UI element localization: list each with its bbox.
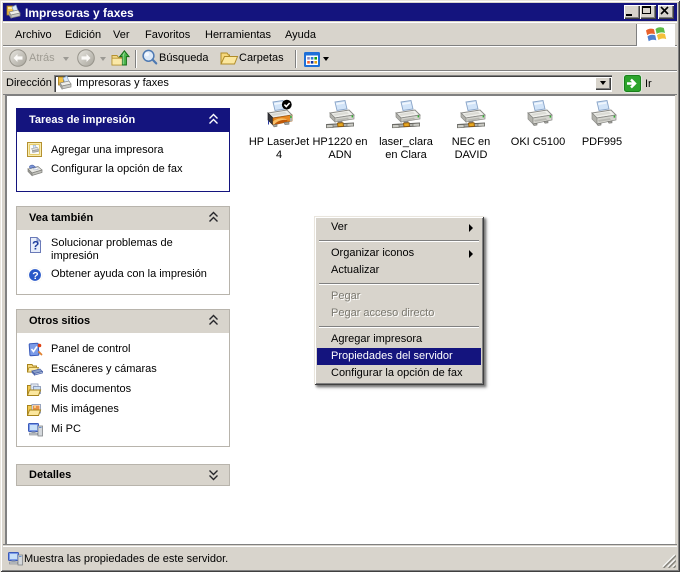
- svg-text:?: ?: [32, 270, 38, 282]
- svg-text:?: ?: [32, 239, 39, 253]
